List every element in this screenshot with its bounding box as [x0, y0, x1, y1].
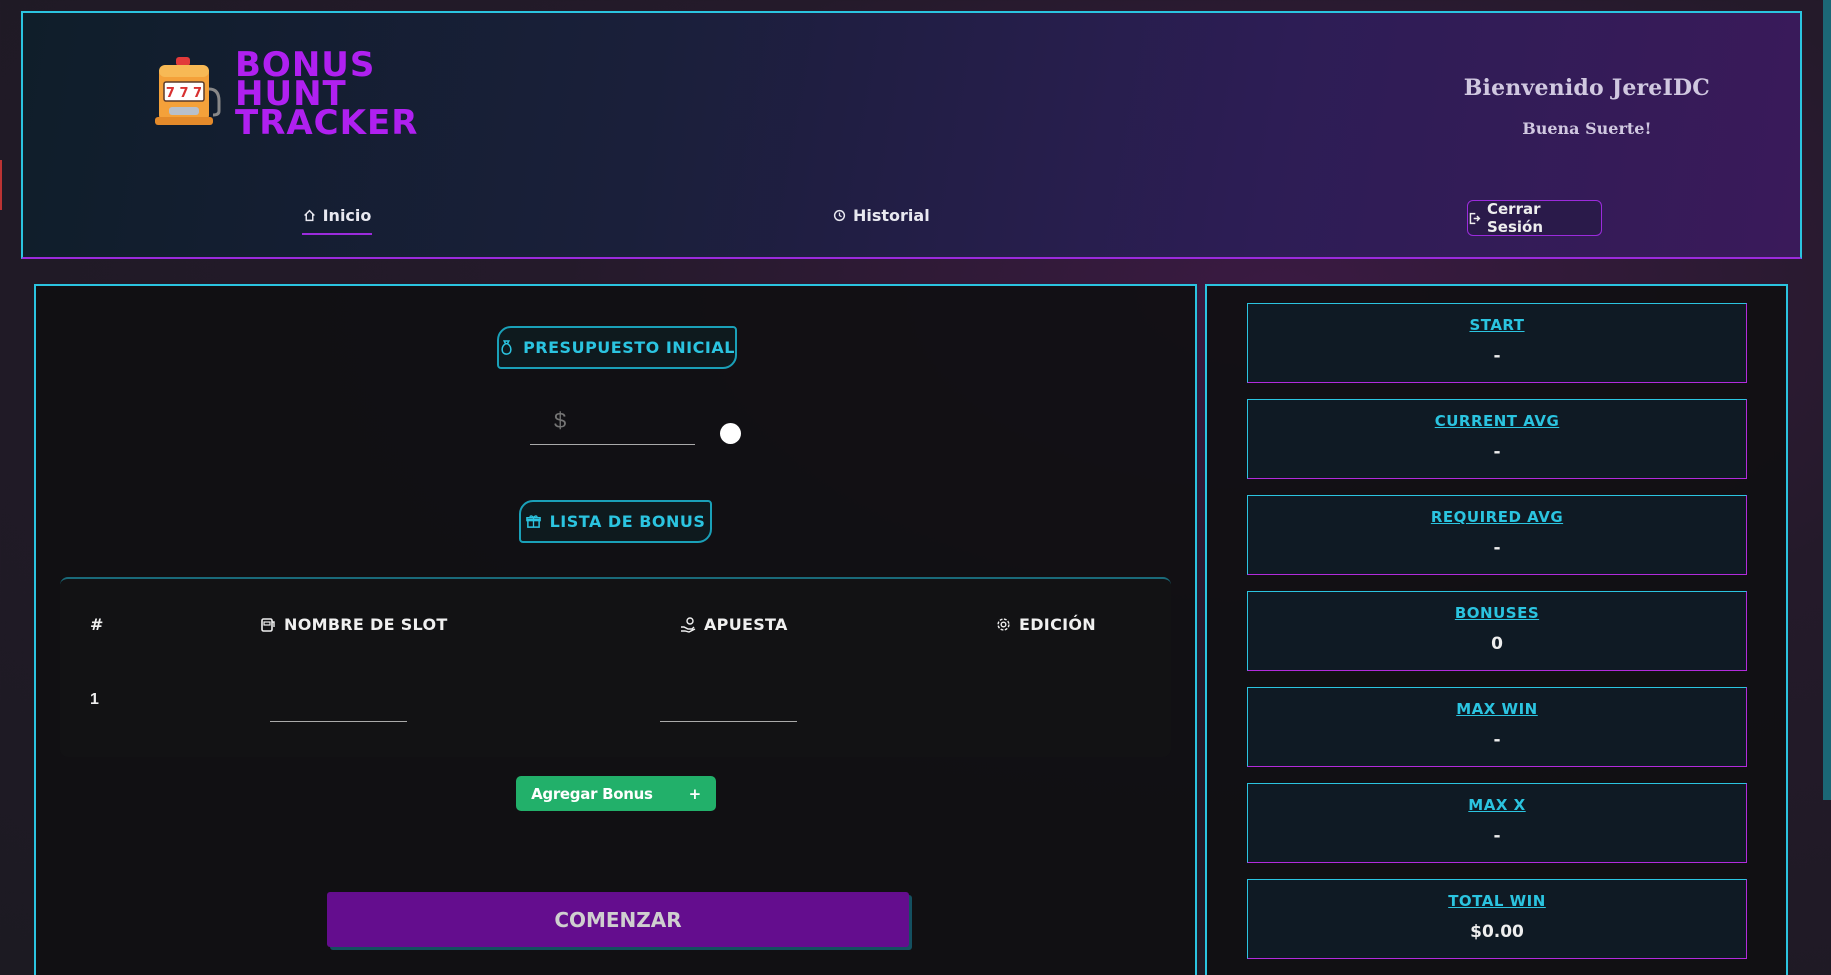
stat-max-x: MAX X - [1247, 783, 1747, 863]
stat-required-avg: REQUIRED AVG - [1247, 495, 1747, 575]
stats-panel: START - CURRENT AVG - REQUIRED AVG - BON… [1205, 284, 1788, 975]
stat-max-win-label: MAX WIN [1456, 700, 1538, 718]
stat-bonuses: BONUSES 0 [1247, 591, 1747, 671]
col-header-slot: NOMBRE DE SLOT [260, 615, 448, 634]
nav-inicio[interactable]: Inicio [302, 206, 372, 235]
bonus-list-label: LISTA DE BONUS [549, 512, 706, 531]
logo-line-3: TRACKER [235, 103, 419, 143]
nav-inicio-label: Inicio [322, 206, 372, 225]
col-header-bet: APUESTA [680, 615, 788, 634]
budget-field[interactable] [530, 408, 695, 445]
row-1-number: 1 [90, 691, 99, 708]
nav-historial[interactable]: Historial [833, 206, 930, 225]
logout-label: Cerrar Sesión [1487, 200, 1544, 236]
slot-machine-icon [260, 617, 276, 633]
slot-name-input[interactable] [270, 702, 407, 718]
money-bag-icon [499, 339, 514, 356]
app-header: 7 7 7 BONUS HUNT TRACKER Bienvenido Jere… [21, 11, 1802, 259]
col-edit-label: EDICIÓN [1019, 615, 1096, 634]
gift-icon [525, 514, 541, 529]
hunt-setup-panel: PRESUPUESTO INICIAL LISTA DE BONUS # NOM… [34, 284, 1197, 975]
app-logo[interactable]: 7 7 7 BONUS HUNT TRACKER [153, 48, 419, 143]
stat-current-avg-value: - [1493, 442, 1501, 462]
good-luck-text: Buena Suerte! [1522, 119, 1652, 138]
stat-current-avg-label: CURRENT AVG [1434, 412, 1560, 430]
bonus-table: # NOMBRE DE SLOT APUESTA EDICIÓN 1 [60, 577, 1171, 757]
stat-required-avg-value: - [1493, 538, 1501, 558]
stat-max-x-value: - [1493, 826, 1501, 846]
logout-button[interactable]: Cerrar Sesión [1467, 200, 1602, 236]
stat-max-win: MAX WIN - [1247, 687, 1747, 767]
add-bonus-label: Agregar Bonus [531, 784, 653, 803]
stat-start: START - [1247, 303, 1747, 383]
logo-digits: 7 7 7 [166, 86, 202, 101]
col-header-num: # [90, 615, 104, 634]
nav-historial-label: Historial [853, 206, 930, 225]
bonus-list-label-pill: LISTA DE BONUS [519, 500, 712, 543]
budget-input[interactable] [530, 408, 695, 434]
bet-input[interactable] [660, 702, 797, 718]
stat-total-win-value: $0.00 [1470, 922, 1524, 942]
stat-current-avg: CURRENT AVG - [1247, 399, 1747, 479]
slot-machine-icon: 7 7 7 [153, 55, 223, 135]
col-bet-label: APUESTA [704, 615, 788, 634]
start-button[interactable]: COMENZAR [327, 892, 909, 947]
left-edge-accent [0, 160, 2, 210]
logout-icon [1468, 212, 1481, 225]
logo-text: BONUS HUNT TRACKER [235, 48, 419, 143]
stat-max-win-value: - [1493, 730, 1501, 750]
stat-required-avg-label: REQUIRED AVG [1430, 508, 1564, 526]
col-slot-label: NOMBRE DE SLOT [284, 615, 448, 634]
page-scrollbar[interactable] [1823, 0, 1831, 800]
start-label: COMENZAR [554, 907, 682, 932]
budget-toggle[interactable] [720, 423, 741, 444]
col-header-edit: EDICIÓN [996, 615, 1096, 634]
row-1-bet-field[interactable] [660, 702, 797, 722]
row-1-slot-field[interactable] [270, 702, 407, 722]
welcome-block: Bienvenido JereIDC Buena Suerte! [1464, 75, 1710, 138]
plus-icon: + [688, 784, 702, 803]
gear-icon [996, 617, 1011, 632]
budget-label: PRESUPUESTO INICIAL [523, 338, 735, 357]
stat-total-win: TOTAL WIN $0.00 [1247, 879, 1747, 959]
stat-max-x-label: MAX X [1468, 796, 1526, 814]
hand-coin-icon [680, 616, 696, 633]
add-bonus-button[interactable]: Agregar Bonus + [516, 776, 716, 811]
history-icon [833, 209, 846, 222]
stat-bonuses-label: BONUSES [1454, 604, 1540, 622]
col-num-label: # [90, 615, 104, 634]
stat-total-win-label: TOTAL WIN [1448, 892, 1546, 910]
welcome-text: Bienvenido JereIDC [1463, 75, 1710, 101]
budget-label-pill: PRESUPUESTO INICIAL [497, 326, 737, 369]
stat-start-value: - [1493, 346, 1501, 366]
stat-bonuses-value: 0 [1491, 634, 1503, 654]
home-icon [303, 209, 316, 222]
stat-start-label: START [1469, 316, 1525, 334]
